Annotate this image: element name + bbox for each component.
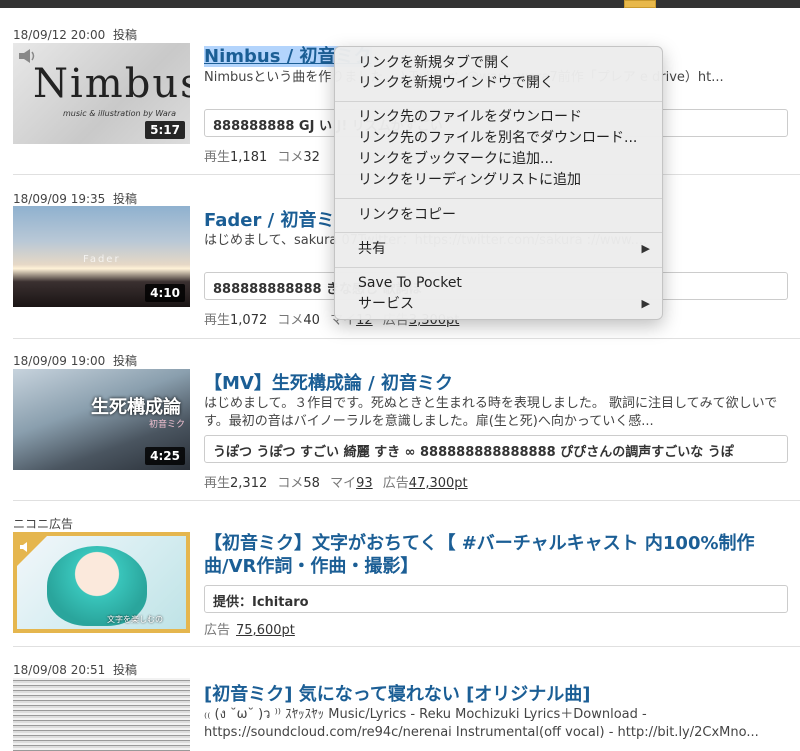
video-duration: 4:25	[145, 447, 185, 465]
ad-stats: 広告 75,600pt	[204, 623, 295, 638]
thumbnail-title-art: 生死構成論	[91, 397, 181, 418]
thumbnail-title-art: Fader	[83, 254, 121, 265]
post-date: 18/09/09 19:00 投稿	[13, 354, 137, 368]
top-bar-icon[interactable]	[624, 0, 656, 8]
comment-count: 40	[303, 313, 320, 328]
video-title-link[interactable]: 【MV】生死構成論 / 初音ミク	[204, 369, 794, 395]
video-description: はじめまして。３作目です。死ぬときと生まれる時を表現しました。 歌詞に注目してみ…	[204, 396, 778, 429]
video-thumbnail[interactable]: Nimbus music & illustration by Wara 5:17	[13, 43, 190, 144]
menu-add-reading-list[interactable]: リンクをリーディングリストに追加	[358, 170, 650, 190]
latest-comments: うぽつ うぽつ すごい 綺麗 すき ∞ 888888888888888 ぴぴさん…	[204, 435, 788, 463]
speaker-icon	[19, 538, 33, 552]
menu-copy-link[interactable]: リンクをコピー	[358, 205, 650, 225]
ad-thumbnail[interactable]: 文字を楽しむの	[13, 532, 190, 633]
menu-open-new-window[interactable]: リンクを新規ウインドウで開く	[358, 73, 650, 93]
submenu-arrow-icon: ▶	[641, 242, 650, 255]
video-duration: 4:10	[145, 284, 185, 302]
menu-save-to-pocket[interactable]: Save To Pocket	[358, 273, 650, 293]
context-menu: リンクを新規タブで開く リンクを新規ウインドウで開く リンク先のファイルをダウン…	[334, 46, 663, 320]
comment-count: 32	[303, 150, 320, 165]
menu-add-bookmark[interactable]: リンクをブックマークに追加...	[358, 149, 650, 169]
menu-services[interactable]: サービス ▶	[358, 294, 650, 314]
menu-share[interactable]: 共有 ▶	[358, 239, 650, 259]
video-thumbnail[interactable]: Fader 4:10	[13, 206, 190, 307]
video-duration: 5:17	[145, 121, 185, 139]
video-stats: 再生2,312 コメ58 マイ93 広告47,300pt	[204, 476, 468, 491]
post-date: 18/09/12 20:00 投稿	[13, 28, 137, 42]
video-title-link[interactable]: [初音ミク] 気になって寝れない [オリジナル曲]	[204, 680, 794, 706]
video-description: ₍₍ (ง ˘ω˘ )ว ⁾⁾ ｽﾔｯｽﾔｯ Music/Lyrics - Re…	[204, 707, 759, 740]
comment-count: 58	[303, 476, 320, 491]
menu-separator	[335, 198, 662, 199]
view-count: 1,181	[230, 150, 268, 165]
item-divider	[13, 500, 800, 501]
thumbnail-caption: 文字を楽しむの	[107, 615, 163, 624]
ad-points[interactable]: 75,600pt	[236, 623, 295, 638]
menu-separator	[335, 101, 662, 102]
view-count: 1,072	[230, 313, 268, 328]
menu-separator	[335, 232, 662, 233]
ad-provider: 提供：Ichitaro	[204, 585, 788, 613]
ad-section-label: ニコニ広告	[13, 517, 74, 531]
post-date: 18/09/09 19:35 投稿	[13, 192, 137, 206]
mylist-count[interactable]: 93	[356, 476, 373, 491]
menu-open-new-tab[interactable]: リンクを新規タブで開く	[358, 53, 650, 73]
menu-download-linked-file[interactable]: リンク先のファイルをダウンロード	[358, 107, 650, 127]
submenu-arrow-icon: ▶	[641, 297, 650, 310]
video-thumbnail[interactable]: 生死構成論 初音ミク 4:25	[13, 369, 190, 470]
menu-separator	[335, 267, 662, 268]
ad-title-link[interactable]: 【初音ミク】文字がおちてく【 #バーチャルキャスト 内100%制作曲/VR作詞・…	[204, 532, 794, 580]
item-divider	[13, 646, 800, 647]
thumbnail-credit: 初音ミク	[149, 420, 186, 430]
video-stats: 再生1,181 コメ32	[204, 150, 320, 165]
menu-download-linked-file-as[interactable]: リンク先のファイルを別名でダウンロード...	[358, 128, 650, 148]
item-divider	[13, 338, 800, 339]
video-thumbnail[interactable]	[13, 678, 190, 751]
post-date: 18/09/08 20:51 投稿	[13, 663, 137, 677]
thumbnail-credit: music & illustration by Wara	[63, 109, 176, 118]
top-bar	[0, 0, 800, 8]
view-count: 2,312	[230, 476, 268, 491]
thumbnail-title-art: Nimbus	[33, 61, 190, 107]
ad-points[interactable]: 47,300pt	[409, 476, 468, 491]
